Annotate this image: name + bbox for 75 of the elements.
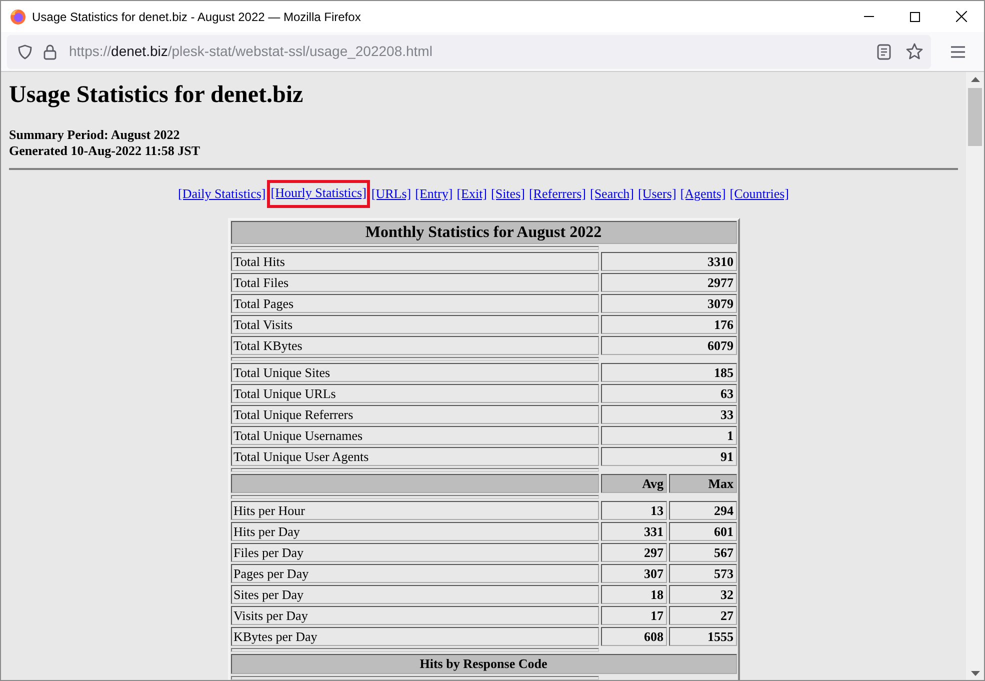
table-cell: Hits per Hour (230, 500, 598, 520)
scrollbar-thumb[interactable] (968, 88, 982, 146)
table-cell: 63 (600, 384, 736, 402)
table-cell: 331 (600, 522, 666, 540)
address-bar[interactable]: https://denet.biz/plesk-stat/webstat-ssl/usage_202208.html (7, 34, 931, 68)
star-icon[interactable] (906, 43, 923, 60)
table-cell: Total Hits (230, 252, 598, 270)
maximize-icon (910, 12, 920, 22)
reader-view-icon[interactable] (877, 44, 891, 60)
table-cell: 3079 (600, 294, 736, 312)
table-cell: 297 (600, 542, 666, 562)
generated-time: Generated 10-Aug-2022 11:58 JST (9, 143, 202, 159)
table-cell: Hits per Day (230, 522, 598, 540)
table-cell: Files per Day (230, 542, 598, 562)
table-cell: 6079 (600, 336, 736, 354)
table-cell: 2977 (600, 272, 736, 292)
scrollbar[interactable] (966, 72, 984, 680)
padlock-icon (43, 44, 57, 60)
table-cell: Total KBytes (230, 336, 598, 354)
table-cell: Visits per Day (230, 606, 598, 624)
table-cell: 601 (668, 522, 736, 540)
table-cell: 567 (668, 542, 736, 562)
scroll-up-icon[interactable] (970, 77, 980, 82)
window-title: Usage Statistics for denet.biz - August 2022 — Mozilla Firefox (32, 8, 361, 26)
table-cell: 573 (668, 564, 736, 582)
table-cell: 294 (668, 500, 736, 520)
table-cell: 1555 (668, 626, 736, 646)
table-cell: Total Unique URLs (230, 384, 598, 402)
column-header: Avg (600, 474, 666, 492)
table-cell: 32 (668, 584, 736, 604)
table-cell: Total Pages (230, 294, 598, 312)
table-cell: Total Unique User Agents (230, 446, 598, 466)
page-heading: Usage Statistics for denet.biz (9, 81, 304, 109)
firefox-logo-icon (10, 8, 26, 24)
table-cell: Total Visits (230, 314, 598, 334)
nav-link[interactable]: [Daily Statistics] (178, 184, 266, 204)
table-cell: 17 (600, 606, 666, 624)
table-cell: 3310 (600, 252, 736, 270)
table-cell: 1 (600, 426, 736, 444)
table-cell: Total Unique Usernames (230, 426, 598, 444)
table-cell: 27 (668, 606, 736, 624)
close-icon (956, 11, 966, 22)
table-cell: Total Unique Sites (230, 362, 598, 382)
nav-link[interactable]: [Countries] (730, 184, 789, 204)
nav-link[interactable]: [Users] (638, 184, 676, 204)
table-cell: 185 (600, 362, 736, 382)
nav-link[interactable]: [Referrers] (528, 184, 586, 204)
nav-link[interactable]: [URLs] (371, 184, 412, 204)
table-cell: 608 (600, 626, 666, 646)
scroll-down-icon[interactable] (970, 671, 980, 676)
table-section-title: Hits by Response Code (230, 654, 736, 674)
table-cell: Sites per Day (230, 584, 598, 604)
column-header: Max (668, 474, 736, 492)
nav-link[interactable]: [Search] (590, 184, 634, 204)
summary-period: Summary Period: August 2022 (9, 127, 181, 143)
nav-link[interactable]: [Entry] (415, 184, 453, 204)
minimize-icon (864, 16, 874, 17)
table-cell: 307 (600, 564, 666, 582)
table-cell: KBytes per Day (230, 626, 598, 646)
menu-icon[interactable] (951, 46, 965, 58)
shield-icon (17, 44, 33, 60)
url-text[interactable]: https://denet.biz/plesk-stat/webstat-ssl/usage_202208.html (69, 41, 432, 62)
nav-link[interactable]: [Sites] (491, 184, 525, 204)
table-cell: Total Unique Referrers (230, 404, 598, 424)
table-title: Monthly Statistics for August 2022 (230, 220, 736, 244)
nav-link[interactable]: [Hourly Statistics] (270, 183, 368, 204)
table-cell: 33 (600, 404, 736, 424)
table-cell: 176 (600, 314, 736, 334)
nav-link[interactable]: [Agents] (680, 184, 726, 204)
table-cell: 18 (600, 584, 666, 604)
table-cell: 91 (600, 446, 736, 466)
table-cell: 13 (600, 500, 666, 520)
table-cell: Pages per Day (230, 564, 598, 582)
table-cell: Total Files (230, 272, 598, 292)
nav-link[interactable]: [Exit] (456, 184, 488, 204)
